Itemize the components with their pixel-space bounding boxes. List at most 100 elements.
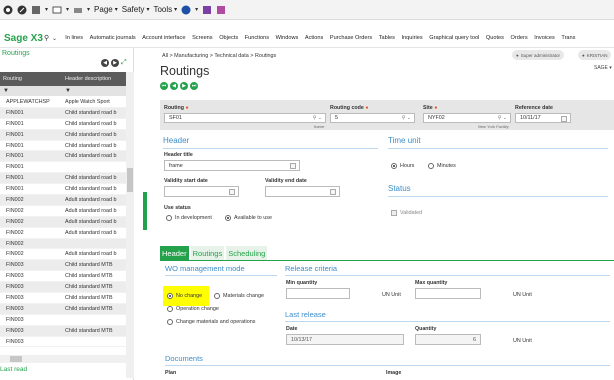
routing-cell[interactable]: FIN003 <box>0 317 65 323</box>
text-edit-icon[interactable] <box>290 163 296 169</box>
help-icon[interactable] <box>181 5 191 15</box>
validity-end-field[interactable] <box>265 186 340 197</box>
user2-button[interactable]: ● KRISTIAN <box>578 50 612 60</box>
routing-cell[interactable]: FIN001 <box>0 175 65 181</box>
list-item[interactable]: FIN002 Adult standard road b <box>0 249 126 261</box>
routing-field[interactable]: SF01 ⚲ ⌄ <box>164 113 326 123</box>
last-read-link[interactable]: Last read <box>0 366 27 373</box>
routing-cell[interactable]: FIN001 <box>0 110 65 116</box>
nav-item[interactable]: Invoices <box>531 35 558 41</box>
calendar-icon[interactable] <box>561 116 567 122</box>
use-status-available-radio[interactable]: Available to use <box>225 215 272 221</box>
time-unit-minutes-radio[interactable]: Minutes <box>428 163 456 169</box>
filter-icon[interactable]: ▼ <box>0 88 65 94</box>
list-item[interactable]: FIN003 <box>0 315 126 326</box>
routing-cell[interactable]: FIN002 <box>0 197 65 203</box>
nav-item[interactable]: Orders <box>507 35 531 41</box>
routing-cell[interactable]: FIN002 <box>0 241 65 247</box>
next-record-icon[interactable]: ▶ <box>180 82 188 90</box>
routing-cell[interactable]: FIN003 <box>0 306 65 312</box>
first-record-icon[interactable]: ⏮ <box>160 82 168 90</box>
use-status-in-development-radio[interactable]: In development <box>166 215 212 221</box>
list-item[interactable]: FIN003 Child standard MTB <box>0 271 126 283</box>
nav-item[interactable]: In lines <box>62 35 86 41</box>
calendar-icon[interactable] <box>229 189 235 195</box>
routing-cell[interactable]: FIN001 <box>0 153 65 159</box>
tab-header[interactable]: Header <box>160 246 189 260</box>
lookup-icon[interactable]: ⚲ ⌄ <box>402 115 411 121</box>
list-item[interactable]: FIN001 Child standard road b <box>0 129 126 141</box>
company-selector[interactable]: SAGE ▾ <box>594 65 612 71</box>
tab-routings[interactable]: Routings <box>190 246 225 260</box>
mail-icon[interactable] <box>52 5 62 15</box>
wo-operation-change-radio[interactable]: Operation change <box>167 306 219 312</box>
list-item[interactable]: APPLEWATCHSP Apple Watch Sport <box>0 97 126 108</box>
list-item[interactable]: FIN003 Child standard MTB <box>0 303 126 315</box>
chevron-down-icon[interactable]: ▾ <box>87 6 90 13</box>
chevron-down-icon[interactable]: ▾ <box>195 6 198 13</box>
max-quantity-field[interactable] <box>415 288 481 299</box>
list-item[interactable]: FIN003 Child standard MTB <box>0 325 126 337</box>
list-item[interactable]: FIN002 Adult standard road b <box>0 195 126 206</box>
header-title-field[interactable]: frame <box>164 160 300 171</box>
nav-item[interactable]: Account interface <box>139 35 189 41</box>
wo-materials-change-radio[interactable]: Materials change <box>214 293 264 299</box>
next-icon[interactable]: ▶ <box>111 59 119 67</box>
routing-cell[interactable]: FIN003 <box>0 262 65 268</box>
nav-item[interactable]: Objects <box>216 35 242 41</box>
nav-item[interactable]: Automatic journals <box>86 35 139 41</box>
routing-cell[interactable]: FIN003 <box>0 273 65 279</box>
nav-item[interactable]: Graphical query tool <box>426 35 483 41</box>
routing-cell[interactable]: FIN003 <box>0 328 65 334</box>
list-item[interactable]: FIN002 Adult standard road b <box>0 206 126 217</box>
nav-item[interactable]: Tables <box>375 35 398 41</box>
scroll-thumb[interactable] <box>10 356 22 362</box>
previous-icon[interactable]: ◀ <box>101 59 109 67</box>
routing-cell[interactable]: FIN002 <box>0 230 65 236</box>
list-item[interactable]: FIN003 Child standard MTB <box>0 282 126 294</box>
page-menu[interactable]: Page ▾ <box>94 5 118 14</box>
vertical-scrollbar[interactable] <box>126 72 134 378</box>
list-item[interactable]: FIN002 <box>0 238 126 250</box>
list-item[interactable]: FIN001 Child standard road b <box>0 173 126 185</box>
chevron-down-icon[interactable]: ⌄ <box>52 35 62 42</box>
chevron-down-icon[interactable]: ▾ <box>45 6 48 13</box>
list-item[interactable]: FIN001 Child standard road b <box>0 184 126 196</box>
routing-cell[interactable]: FIN002 <box>0 251 65 257</box>
column-header-routing[interactable]: Routing <box>0 76 65 82</box>
nav-item[interactable]: Windows <box>272 35 301 41</box>
user-button[interactable]: ● Super administrator <box>512 50 564 60</box>
routing-cell[interactable]: FIN003 <box>0 295 65 301</box>
list-item[interactable]: FIN001 Child standard road b <box>0 119 126 130</box>
calendar-icon[interactable] <box>330 189 336 195</box>
routing-cell[interactable]: FIN003 <box>0 339 65 345</box>
search-icon[interactable]: ⚲ <box>44 34 52 42</box>
routing-cell[interactable]: APPLEWATCHSP <box>0 99 65 105</box>
chevron-down-icon[interactable]: ▾ <box>66 6 69 13</box>
list-item[interactable]: FIN002 Adult standard road b <box>0 228 126 239</box>
safety-menu[interactable]: Safety ▾ <box>122 5 150 14</box>
nav-item[interactable]: Quotes <box>483 35 508 41</box>
tools-menu[interactable]: Tools ▾ <box>153 5 177 14</box>
breadcrumb[interactable]: All > Manufacturing > Technical data > R… <box>162 53 276 59</box>
horizontal-scrollbar[interactable] <box>0 355 126 363</box>
previous-record-icon[interactable]: ◀ <box>170 82 178 90</box>
min-quantity-field[interactable] <box>286 288 350 299</box>
routing-cell[interactable]: FIN001 <box>0 143 65 149</box>
list-item[interactable]: FIN002 Adult standard road b <box>0 216 126 228</box>
list-item[interactable]: FIN003 <box>0 337 126 348</box>
routing-code-field[interactable]: 5 ⚲ ⌄ <box>330 113 415 123</box>
list-item[interactable]: FIN003 Child standard MTB <box>0 260 126 272</box>
wo-change-materials-operations-radio[interactable]: Change materials and operations <box>167 319 255 325</box>
nav-item[interactable]: Functions <box>241 35 272 41</box>
filter-icon[interactable]: ▼ <box>65 88 71 94</box>
validated-checkbox[interactable]: Validated <box>391 210 422 216</box>
routing-cell[interactable]: FIN001 <box>0 121 65 127</box>
feeds-icon[interactable] <box>31 5 41 15</box>
list-item[interactable]: FIN003 Child standard MTB <box>0 293 126 304</box>
routing-cell[interactable]: FIN001 <box>0 132 65 138</box>
last-record-icon[interactable]: ⏭ <box>190 82 198 90</box>
routing-cell[interactable]: FIN002 <box>0 219 65 225</box>
list-item[interactable]: FIN001 Child standard road b <box>0 151 126 163</box>
nav-item[interactable]: Actions <box>302 35 327 41</box>
